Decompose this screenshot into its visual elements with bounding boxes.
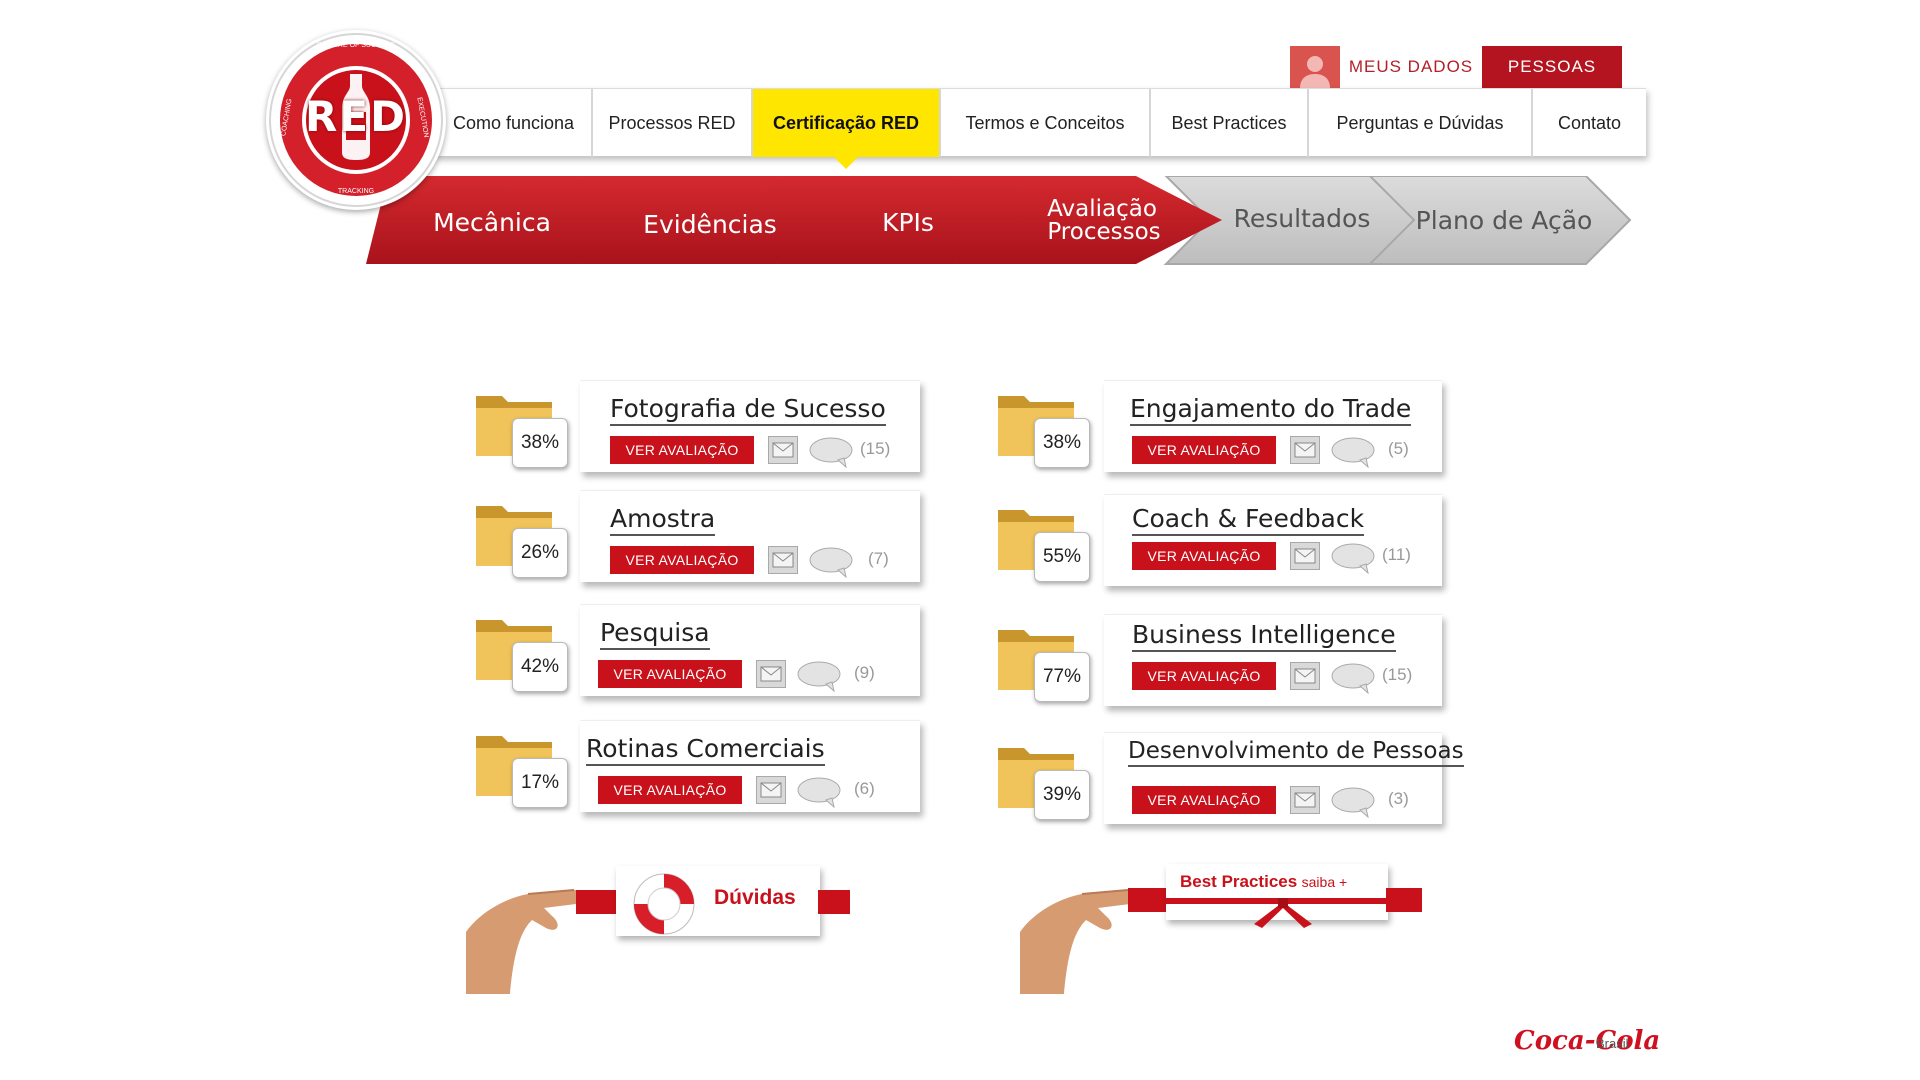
coca-cola-logo: Coca-Cola [1514, 1026, 1661, 1056]
percent-badge: 39% [1034, 770, 1090, 820]
brand-country: Brasil [1596, 1036, 1629, 1051]
saiba-mais-link[interactable]: saiba + [1302, 874, 1348, 890]
comment-count: (15) [860, 439, 891, 458]
comment-icon[interactable] [1330, 436, 1376, 468]
percent-badge: 77% [1034, 652, 1090, 702]
card-title[interactable]: Fotografia de Sucesso [610, 394, 886, 426]
comment-icon[interactable] [1330, 786, 1376, 818]
percent-badge: 42% [512, 642, 568, 692]
ver-avaliacao-button[interactable]: VER AVALIAÇÃO [598, 660, 742, 688]
step-label-avaliacao-2: Processos [1047, 219, 1160, 245]
red-logo[interactable]: RED PICTURE OF SUCCESS EXECUTION TRACKIN… [266, 30, 446, 210]
mail-icon[interactable] [1290, 542, 1320, 570]
percent-badge: 38% [512, 418, 568, 468]
nav-contato[interactable]: Contato [1533, 89, 1646, 157]
ver-avaliacao-button[interactable]: VER AVALIAÇÃO [1132, 542, 1276, 570]
comment-count: (11) [1382, 545, 1411, 564]
logo-ring-top: PICTURE OF SUCCESS [316, 42, 396, 49]
nav-certificacao-red[interactable]: Certificação RED [753, 89, 941, 169]
meus-dados-button[interactable]: MEUS DADOS [1340, 46, 1482, 88]
percent-badge: 17% [512, 758, 568, 808]
comment-icon[interactable] [796, 776, 842, 808]
comment-icon[interactable] [808, 436, 854, 468]
comment-count: (5) [1388, 439, 1409, 458]
percent-badge: 55% [1034, 532, 1090, 582]
hand-icon [466, 889, 583, 994]
best-practices-banner[interactable]: Best Practices saiba + [1020, 858, 1422, 998]
ver-avaliacao-button[interactable]: VER AVALIAÇÃO [1132, 662, 1276, 690]
hand-icon [1020, 889, 1137, 994]
card-title[interactable]: Coach & Feedback [1132, 504, 1365, 536]
comment-count: (9) [854, 663, 875, 682]
ver-avaliacao-button[interactable]: VER AVALIAÇÃO [610, 436, 754, 464]
step-label-resultados: Resultados [1234, 204, 1371, 233]
mail-icon[interactable] [768, 546, 798, 574]
avatar[interactable] [1290, 46, 1340, 88]
step-label-evidencias: Evidências [643, 210, 777, 239]
user-icon [1300, 56, 1330, 88]
best-practices-title: Best Practices [1180, 872, 1298, 891]
mail-icon[interactable] [768, 436, 798, 464]
card-title[interactable]: Business Intelligence [1132, 620, 1396, 652]
nav-termos-conceitos[interactable]: Termos e Conceitos [941, 89, 1151, 157]
process-steps: Mecânica Evidências KPIs Avaliação Proce… [366, 176, 1632, 265]
percent-badge: 26% [512, 528, 568, 578]
comment-count: (6) [854, 779, 875, 798]
lifebuoy-icon [633, 873, 695, 935]
card-title[interactable]: Engajamento do Trade [1130, 394, 1412, 426]
ver-avaliacao-button[interactable]: VER AVALIAÇÃO [1132, 786, 1276, 814]
nav-best-practices[interactable]: Best Practices [1151, 89, 1309, 157]
comment-icon[interactable] [796, 660, 842, 692]
ver-avaliacao-button[interactable]: VER AVALIAÇÃO [598, 776, 742, 804]
card-title[interactable]: Amostra [610, 504, 716, 536]
nav-processos-red[interactable]: Processos RED [593, 89, 753, 157]
ver-avaliacao-button[interactable]: VER AVALIAÇÃO [1132, 436, 1276, 464]
mail-icon[interactable] [1290, 436, 1320, 464]
percent-badge: 38% [1034, 418, 1090, 468]
card-title[interactable]: Desenvolvimento de Pessoas [1128, 738, 1464, 767]
mail-icon[interactable] [1290, 662, 1320, 690]
comment-icon[interactable] [1330, 662, 1376, 694]
step-label-kpis: KPIs [882, 208, 934, 237]
duvidas-label: Dúvidas [714, 886, 796, 909]
mail-icon[interactable] [756, 776, 786, 804]
nav-como-funciona[interactable]: Como funciona [436, 89, 593, 157]
ver-avaliacao-button[interactable]: VER AVALIAÇÃO [610, 546, 754, 574]
best-practices-label: Best Practices saiba + [1180, 872, 1347, 892]
top-nav: Como funciona Processos RED Certificação… [436, 88, 1646, 169]
pessoas-button[interactable]: PESSOAS [1482, 46, 1622, 88]
ribbon-bow-icon [1254, 898, 1312, 928]
card-title[interactable]: Rotinas Comerciais [586, 734, 825, 766]
step-label-mecanica: Mecânica [433, 208, 551, 237]
nav-perguntas-duvidas[interactable]: Perguntas e Dúvidas [1309, 89, 1533, 157]
logo-ring-bottom: TRACKING [337, 188, 375, 195]
duvidas-banner[interactable]: Dúvidas [466, 858, 856, 998]
comment-count: (7) [868, 549, 889, 568]
step-label-plano-acao: Plano de Ação [1416, 206, 1593, 235]
comment-count: (3) [1388, 789, 1409, 808]
comment-count: (15) [1382, 665, 1413, 684]
comment-icon[interactable] [1330, 542, 1376, 574]
mail-icon[interactable] [1290, 786, 1320, 814]
mail-icon[interactable] [756, 660, 786, 688]
comment-icon[interactable] [808, 546, 854, 578]
card-title[interactable]: Pesquisa [600, 618, 710, 650]
